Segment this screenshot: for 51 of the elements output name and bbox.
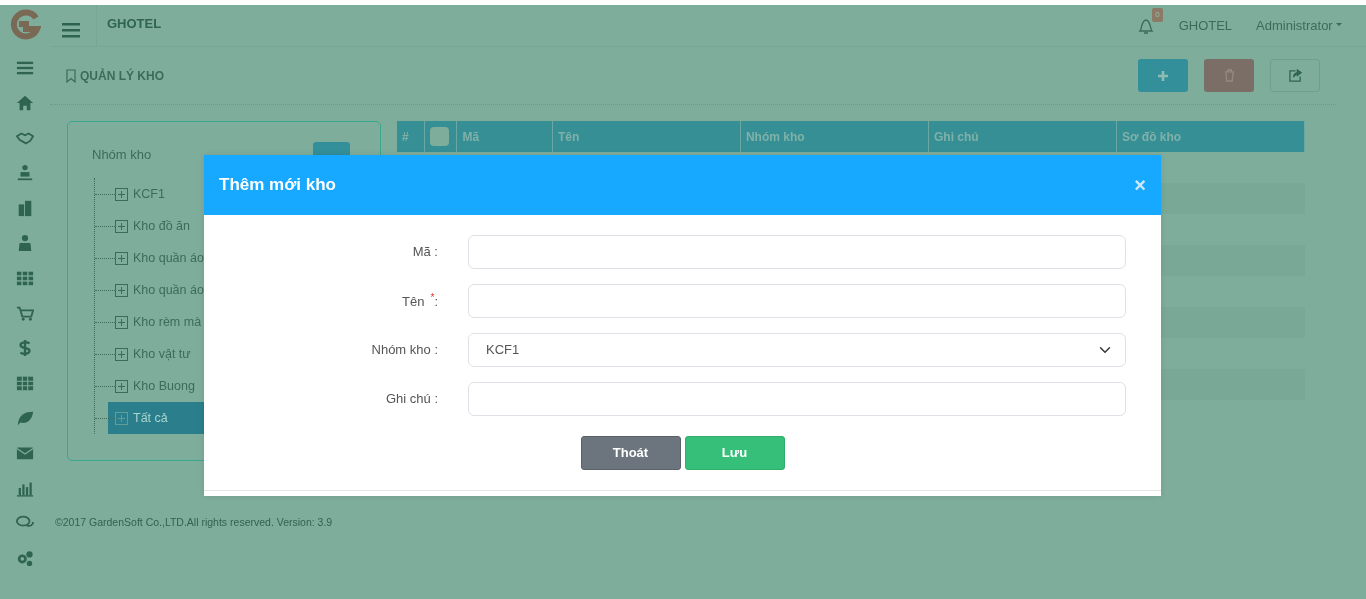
input-field[interactable] — [468, 284, 1126, 318]
select-all-checkbox[interactable] — [430, 127, 450, 146]
close-button[interactable]: × — [1134, 175, 1146, 195]
menu-icon[interactable] — [16, 59, 34, 77]
grid-icon[interactable] — [16, 269, 34, 287]
expand-icon — [115, 251, 128, 265]
column-header: # — [397, 121, 425, 152]
brand-name: GHOTEL — [96, 5, 172, 47]
expand-icon — [115, 315, 128, 329]
user-menu[interactable]: Administrator — [1256, 15, 1342, 36]
column-header: Tên — [552, 121, 741, 152]
menu-icon — [62, 22, 80, 39]
dollar-icon[interactable] — [16, 339, 34, 357]
dialog-title: Thêm mới kho — [219, 174, 336, 196]
expand-icon — [115, 283, 128, 297]
table-icon[interactable] — [16, 374, 34, 392]
field-label: Tên $^{*}$: — [401, 291, 439, 312]
home-icon[interactable] — [16, 94, 34, 112]
expand-icon — [115, 219, 128, 233]
bookmark-icon — [66, 68, 76, 83]
plus-icon — [1157, 69, 1169, 82]
expand-icon — [115, 411, 128, 425]
field-label: Nhóm kho : — [370, 341, 439, 360]
hotel-name: GHOTEL — [1178, 16, 1233, 35]
expand-icon — [115, 347, 128, 361]
cart-icon[interactable] — [16, 304, 34, 322]
export-button[interactable] — [1270, 59, 1320, 92]
leaf-icon[interactable] — [16, 409, 34, 427]
page-title: QUẢN LÝ KHO — [80, 67, 164, 85]
column-header: Ghi chú — [928, 121, 1117, 152]
add-button[interactable] — [1138, 59, 1188, 92]
building-icon[interactable] — [16, 199, 34, 217]
expand-icon — [115, 187, 128, 201]
logo-icon — [9, 9, 41, 41]
person-icon[interactable] — [16, 234, 34, 252]
column-header: Mã — [456, 121, 553, 152]
column-header: Sơ đồ kho — [1116, 121, 1305, 152]
share-icon — [1288, 69, 1302, 82]
field-label: Mã : — [411, 243, 439, 262]
field-label: Ghi chú : — [384, 390, 439, 409]
dropdown[interactable]: KCF1 — [468, 333, 1126, 367]
column-header: Nhóm kho — [740, 121, 929, 152]
exit-button[interactable]: Thoát — [580, 436, 681, 470]
input-field[interactable] — [468, 235, 1126, 269]
expand-icon — [115, 379, 128, 393]
save-button[interactable]: Lưu — [684, 436, 785, 470]
copyright-text: ©2017 GardenSoft Co.,LTD.All rights reserved. Version: 3.9 — [55, 515, 333, 530]
panel-title: Nhóm kho — [92, 146, 152, 165]
person-desk-icon[interactable] — [16, 164, 34, 182]
trash-icon — [1223, 69, 1235, 82]
input-field[interactable] — [468, 382, 1126, 416]
